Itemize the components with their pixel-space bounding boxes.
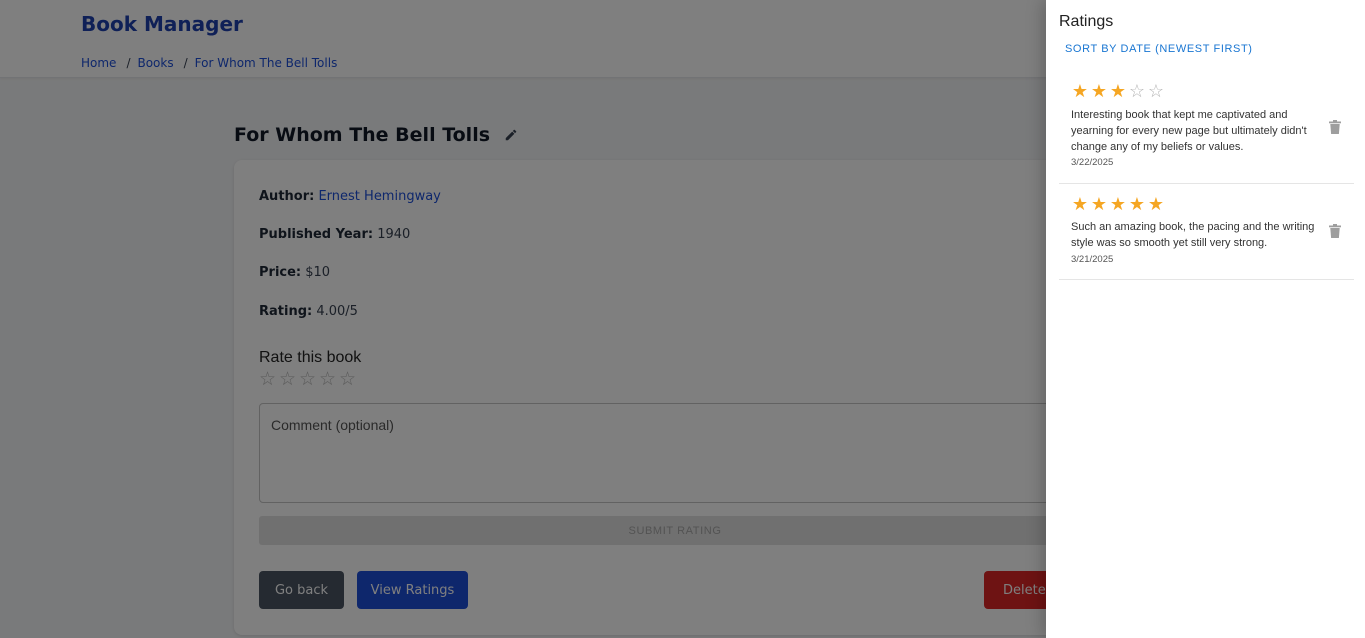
star-empty-icon: ☆ (1128, 81, 1146, 101)
sort-by-date-button[interactable]: SORT BY DATE (NEWEST FIRST) (1065, 43, 1253, 55)
star-filled-icon: ★ (1109, 81, 1127, 101)
star-filled-icon: ★ (1109, 194, 1127, 214)
star-filled-icon: ★ (1128, 194, 1146, 214)
delete-rating-icon[interactable] (1329, 224, 1341, 238)
rating-stars: ★ ★ ★ ★ ★ (1071, 195, 1165, 213)
star-filled-icon: ★ (1147, 194, 1165, 214)
delete-rating-icon[interactable] (1329, 120, 1341, 134)
star-filled-icon: ★ (1090, 194, 1108, 214)
rating-date: 3/21/2025 (1071, 254, 1114, 265)
star-filled-icon: ★ (1071, 81, 1089, 101)
rating-date: 3/22/2025 (1071, 157, 1114, 168)
rating-stars: ★ ★ ★ ☆ ☆ (1071, 82, 1165, 100)
star-empty-icon: ☆ (1147, 81, 1165, 101)
rating-comment: Such an amazing book, the pacing and the… (1071, 221, 1315, 249)
star-filled-icon: ★ (1090, 81, 1108, 101)
drawer-title: Ratings (1059, 13, 1114, 30)
rating-comment: Interesting book that kept me captivated… (1071, 109, 1307, 153)
ratings-drawer: Ratings SORT BY DATE (NEWEST FIRST) ★ ★ … (1046, 0, 1365, 638)
rating-list-item: ★ ★ ★ ☆ ☆ Interesting book that kept me … (1059, 72, 1354, 184)
rating-list-item: ★ ★ ★ ★ ★ Such an amazing book, the paci… (1059, 184, 1354, 280)
star-filled-icon: ★ (1071, 194, 1089, 214)
